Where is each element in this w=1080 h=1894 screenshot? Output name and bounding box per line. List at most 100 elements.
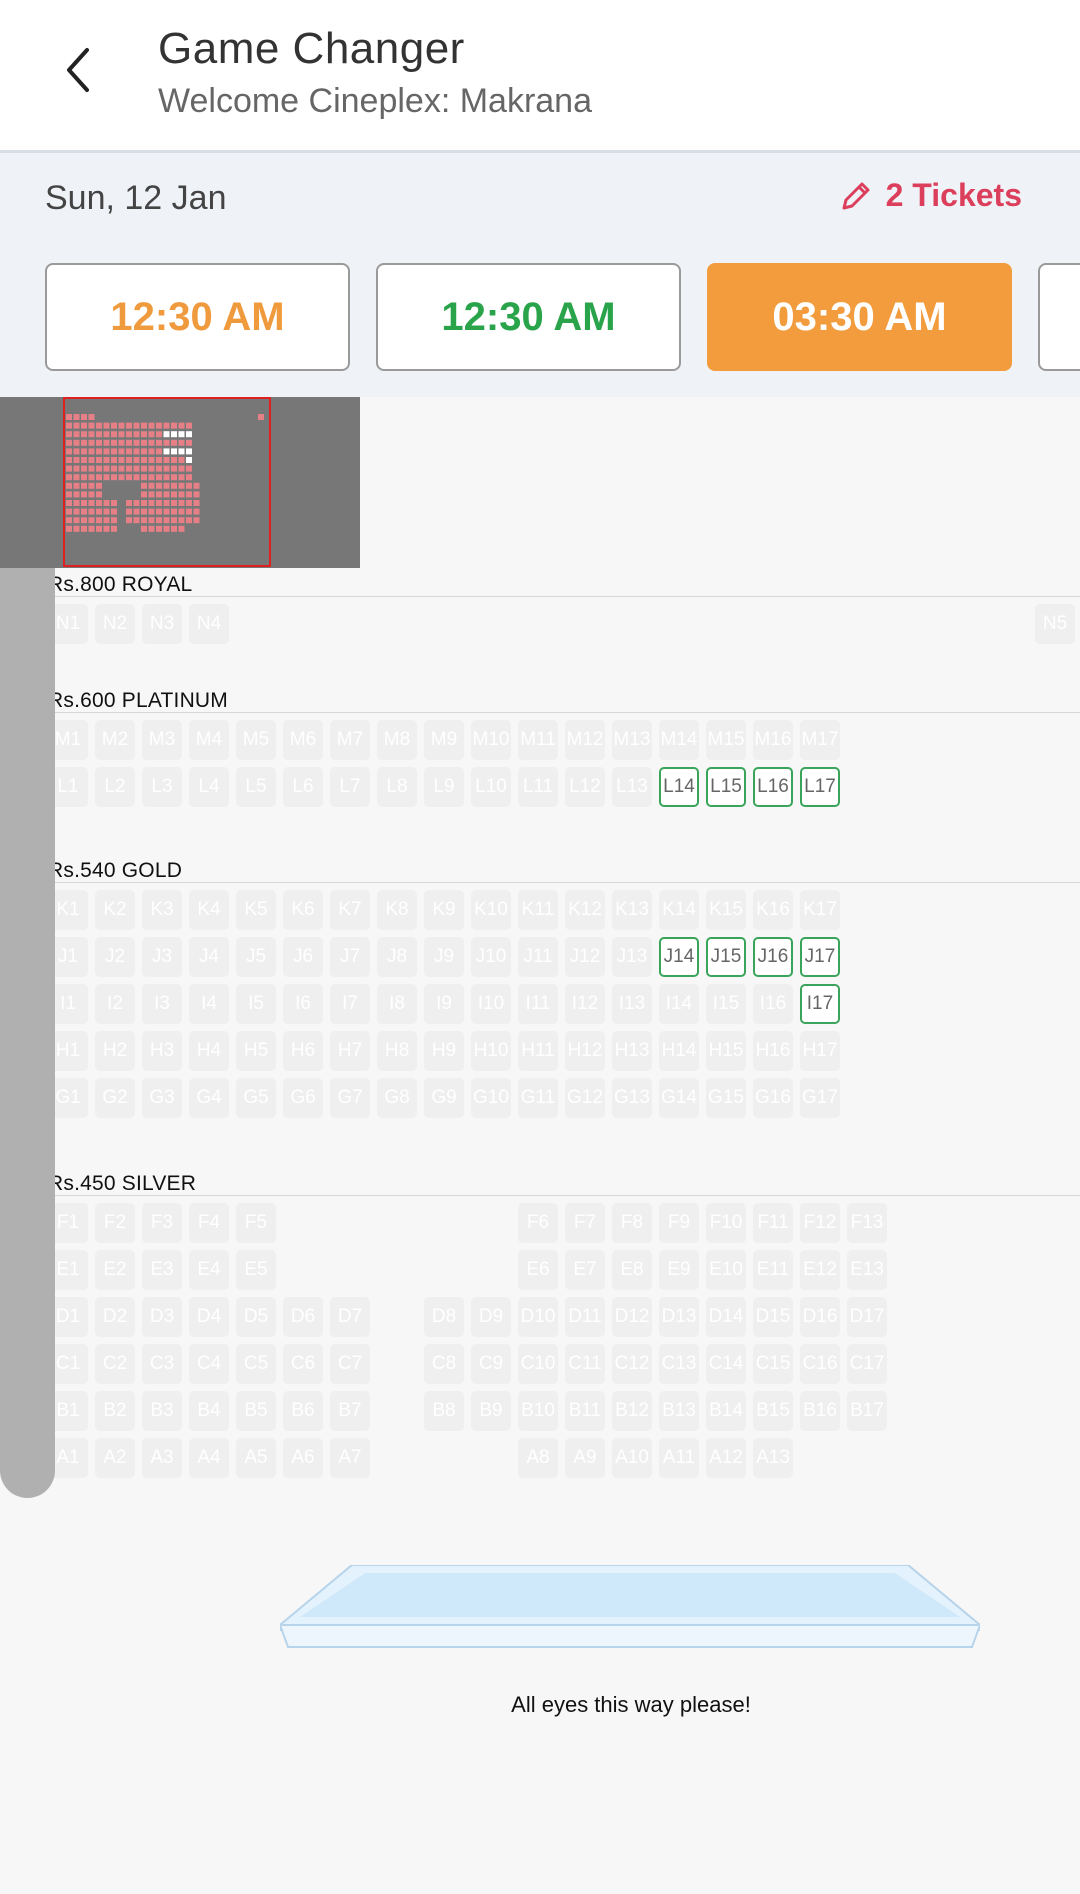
showtime-button[interactable]: 12:30 AM — [45, 263, 350, 371]
seat-unavailable[interactable]: G4 — [189, 1078, 229, 1118]
seat-unavailable[interactable]: I6 — [283, 984, 323, 1024]
seat-unavailable[interactable]: B6 — [283, 1391, 323, 1431]
seat-unavailable[interactable]: H4 — [189, 1031, 229, 1071]
seat-unavailable[interactable]: B7 — [330, 1391, 370, 1431]
seat-unavailable[interactable]: L10 — [471, 767, 511, 807]
seat-unavailable[interactable]: G12 — [565, 1078, 605, 1118]
ticket-count-button[interactable]: 2 Tickets — [838, 177, 1022, 214]
seat-unavailable[interactable]: D5 — [236, 1297, 276, 1337]
seat-unavailable[interactable]: E13 — [847, 1250, 887, 1290]
seat-unavailable[interactable]: F2 — [95, 1203, 135, 1243]
seat-unavailable[interactable]: M5 — [236, 720, 276, 760]
seat-unavailable[interactable]: L6 — [283, 767, 323, 807]
seat-available[interactable]: J15 — [706, 937, 746, 977]
seat-unavailable[interactable]: J12 — [565, 937, 605, 977]
seat-unavailable[interactable]: A10 — [612, 1438, 652, 1478]
seat-unavailable[interactable]: F7 — [565, 1203, 605, 1243]
seat-unavailable[interactable]: M15 — [706, 720, 746, 760]
seat-unavailable[interactable]: M8 — [377, 720, 417, 760]
seat-unavailable[interactable]: K8 — [377, 890, 417, 930]
seat-unavailable[interactable]: K3 — [142, 890, 182, 930]
seat-unavailable[interactable]: A9 — [565, 1438, 605, 1478]
seat-unavailable[interactable]: H5 — [236, 1031, 276, 1071]
seat-unavailable[interactable]: K4 — [189, 890, 229, 930]
seat-unavailable[interactable]: K13 — [612, 890, 652, 930]
seat-unavailable[interactable]: C3 — [142, 1344, 182, 1384]
seat-unavailable[interactable]: F5 — [236, 1203, 276, 1243]
seat-unavailable[interactable]: E11 — [753, 1250, 793, 1290]
seat-unavailable[interactable]: C14 — [706, 1344, 746, 1384]
seat-unavailable[interactable]: K5 — [236, 890, 276, 930]
seat-unavailable[interactable]: G3 — [142, 1078, 182, 1118]
seat-unavailable[interactable]: H3 — [142, 1031, 182, 1071]
seat-unavailable[interactable]: I3 — [142, 984, 182, 1024]
seat-unavailable[interactable]: A13 — [753, 1438, 793, 1478]
seat-unavailable[interactable]: I15 — [706, 984, 746, 1024]
seat-unavailable[interactable]: C4 — [189, 1344, 229, 1384]
seat-unavailable[interactable]: I10 — [471, 984, 511, 1024]
seat-unavailable[interactable]: N4 — [189, 604, 229, 644]
seat-unavailable[interactable]: G9 — [424, 1078, 464, 1118]
seat-unavailable[interactable]: H6 — [283, 1031, 323, 1071]
seat-unavailable[interactable]: H2 — [95, 1031, 135, 1071]
seat-unavailable[interactable]: M3 — [142, 720, 182, 760]
seat-unavailable[interactable]: H11 — [518, 1031, 558, 1071]
seat-unavailable[interactable]: A7 — [330, 1438, 370, 1478]
seat-unavailable[interactable]: B5 — [236, 1391, 276, 1431]
seat-unavailable[interactable]: A2 — [95, 1438, 135, 1478]
seat-unavailable[interactable]: H12 — [565, 1031, 605, 1071]
seat-unavailable[interactable]: N3 — [142, 604, 182, 644]
seat-unavailable[interactable]: H8 — [377, 1031, 417, 1071]
seat-unavailable[interactable]: J13 — [612, 937, 652, 977]
seat-unavailable[interactable]: B15 — [753, 1391, 793, 1431]
seat-unavailable[interactable]: H10 — [471, 1031, 511, 1071]
seat-unavailable[interactable]: K14 — [659, 890, 699, 930]
seat-unavailable[interactable]: B8 — [424, 1391, 464, 1431]
seat-unavailable[interactable]: A3 — [142, 1438, 182, 1478]
seat-unavailable[interactable]: B3 — [142, 1391, 182, 1431]
seat-unavailable[interactable]: M14 — [659, 720, 699, 760]
seat-unavailable[interactable]: B4 — [189, 1391, 229, 1431]
seat-unavailable[interactable]: M16 — [753, 720, 793, 760]
seat-unavailable[interactable]: C16 — [800, 1344, 840, 1384]
seat-unavailable[interactable]: A11 — [659, 1438, 699, 1478]
seat-unavailable[interactable]: D11 — [565, 1297, 605, 1337]
seat-unavailable[interactable]: F12 — [800, 1203, 840, 1243]
seat-unavailable[interactable]: I16 — [753, 984, 793, 1024]
seat-unavailable[interactable]: J10 — [471, 937, 511, 977]
seat-unavailable[interactable]: K7 — [330, 890, 370, 930]
seat-unavailable[interactable]: D9 — [471, 1297, 511, 1337]
seat-available[interactable]: L14 — [659, 767, 699, 807]
seat-unavailable[interactable]: H7 — [330, 1031, 370, 1071]
seat-unavailable[interactable]: M4 — [189, 720, 229, 760]
seat-unavailable[interactable]: F9 — [659, 1203, 699, 1243]
showtime-button-partial[interactable] — [1038, 263, 1080, 371]
seat-unavailable[interactable]: L7 — [330, 767, 370, 807]
seat-unavailable[interactable]: B12 — [612, 1391, 652, 1431]
seat-unavailable[interactable]: L12 — [565, 767, 605, 807]
seat-unavailable[interactable]: M12 — [565, 720, 605, 760]
seat-unavailable[interactable]: L9 — [424, 767, 464, 807]
seat-unavailable[interactable]: M11 — [518, 720, 558, 760]
seat-unavailable[interactable]: E3 — [142, 1250, 182, 1290]
seat-unavailable[interactable]: E9 — [659, 1250, 699, 1290]
seat-unavailable[interactable]: K10 — [471, 890, 511, 930]
seat-unavailable[interactable]: A5 — [236, 1438, 276, 1478]
seat-unavailable[interactable]: M13 — [612, 720, 652, 760]
seat-unavailable[interactable]: C15 — [753, 1344, 793, 1384]
seat-unavailable[interactable]: I4 — [189, 984, 229, 1024]
seat-unavailable[interactable]: G6 — [283, 1078, 323, 1118]
seat-unavailable[interactable]: G15 — [706, 1078, 746, 1118]
seat-unavailable[interactable]: L5 — [236, 767, 276, 807]
seat-available[interactable]: L16 — [753, 767, 793, 807]
seat-unavailable[interactable]: G14 — [659, 1078, 699, 1118]
seat-unavailable[interactable]: K16 — [753, 890, 793, 930]
seat-unavailable[interactable]: C7 — [330, 1344, 370, 1384]
seat-unavailable[interactable]: M17 — [800, 720, 840, 760]
seat-unavailable[interactable]: J5 — [236, 937, 276, 977]
seat-unavailable[interactable]: I12 — [565, 984, 605, 1024]
seat-unavailable[interactable]: D16 — [800, 1297, 840, 1337]
seat-unavailable[interactable]: M9 — [424, 720, 464, 760]
seat-available[interactable]: L17 — [800, 767, 840, 807]
seat-unavailable[interactable]: I8 — [377, 984, 417, 1024]
